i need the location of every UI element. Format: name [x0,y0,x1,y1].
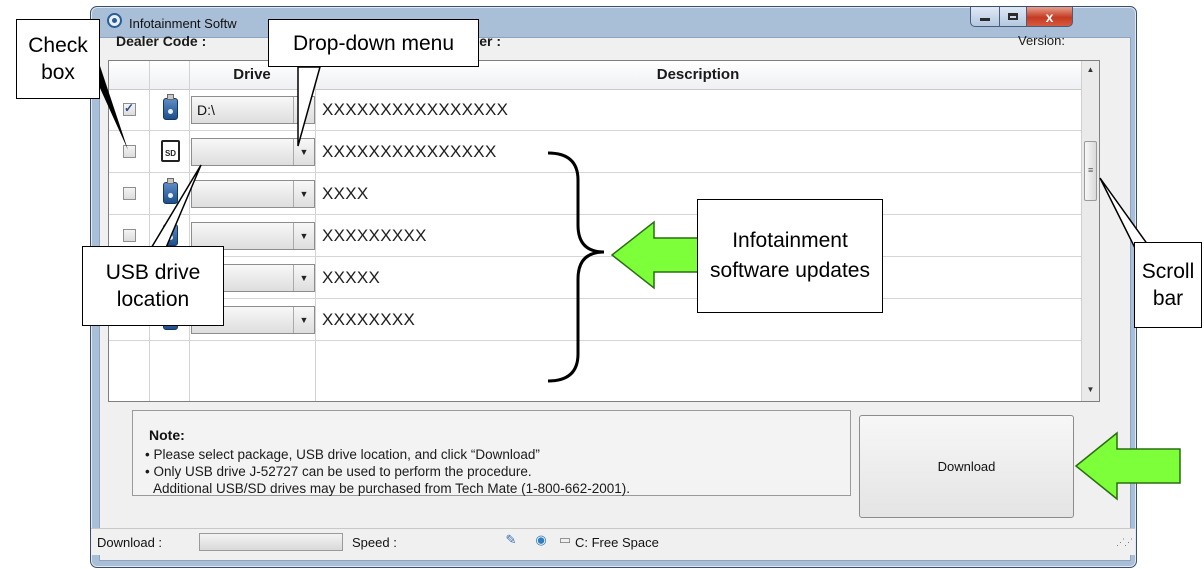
download-arrow [1074,431,1181,501]
callout-usb-drive-location: USB drive location [82,246,224,326]
drop-down-pointer [297,66,321,147]
callout-drop-down-menu: Drop-down menu [268,19,479,67]
callout-scroll-bar: Scroll bar [1134,242,1202,328]
updates-arrow [610,220,701,290]
updates-brace [547,151,605,383]
callout-infotainment-updates: Infotainment software updates [697,199,883,313]
callout-check-box: Check box [16,19,100,99]
usb-location-pointer [148,164,202,251]
